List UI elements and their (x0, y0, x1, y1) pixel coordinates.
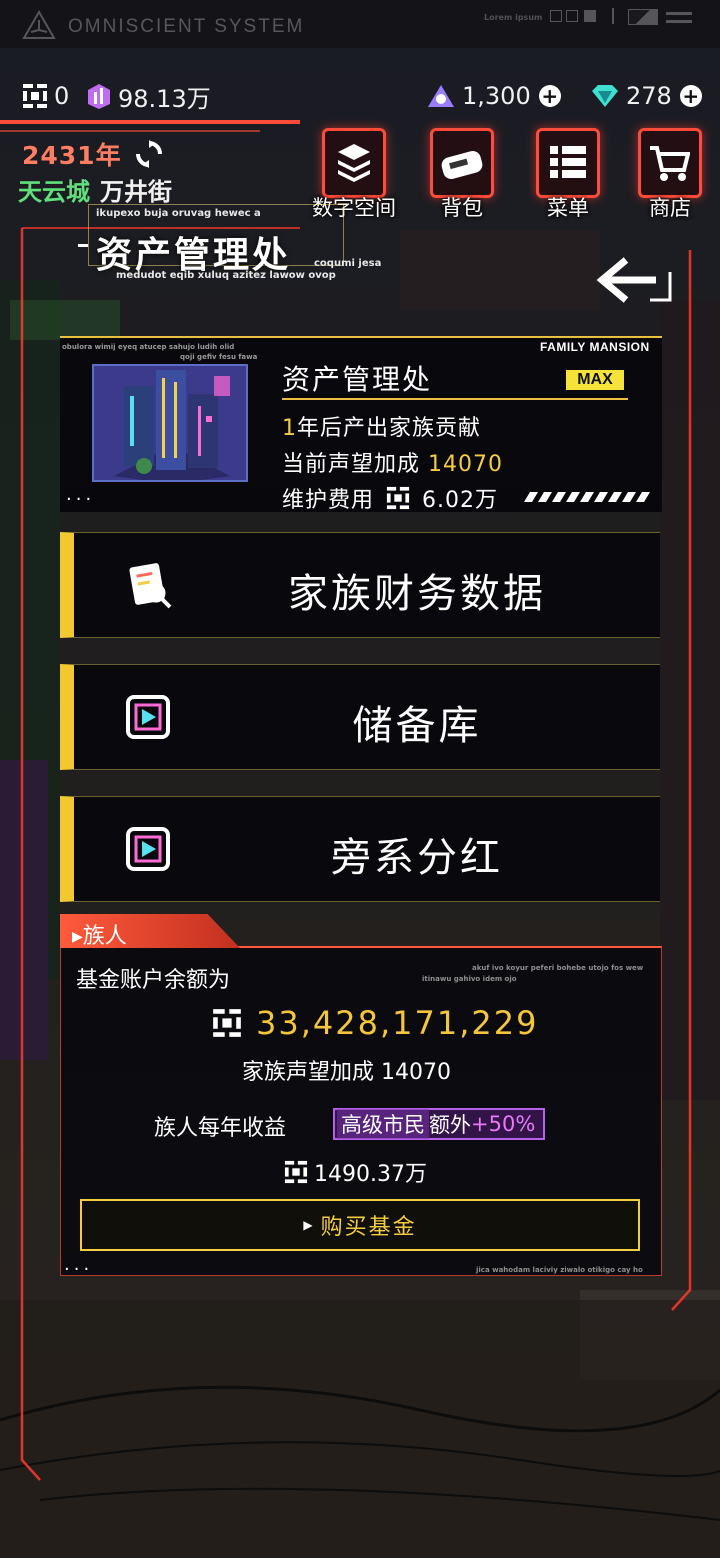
mansion-small-text: qoji gefiv fesu fawa (180, 353, 258, 361)
nav-label: 菜单 (547, 196, 589, 220)
clan-tab-text: 族人 (82, 924, 127, 949)
back-arrow-icon[interactable] (592, 252, 676, 316)
panel-small-text: itinawu gahivo idem ojo (422, 975, 517, 983)
option-label: 家族财务数据 (288, 571, 546, 617)
refresh-icon[interactable] (135, 140, 163, 168)
level-badge: MAX (566, 370, 624, 390)
crystal-icon (88, 84, 110, 109)
panel-small-text: jica wahodam laciviy ziwalo otikigo cay … (476, 1266, 643, 1274)
clan-prestige-label: 家族声望加成 (242, 1060, 375, 1085)
cart-icon (650, 146, 690, 181)
game-year: 2431年 (22, 136, 163, 172)
divider (282, 398, 628, 400)
buy-fund-label: 购买基金 (320, 1215, 417, 1240)
mansion-small-text: obulora wimij eyeq atucep sahujo ludih o… (62, 343, 235, 351)
gem-value: 278 (626, 82, 672, 110)
dividend-icon (126, 827, 170, 871)
nav-menu-button[interactable]: 菜单 (532, 128, 604, 220)
energy-icon (428, 85, 454, 107)
income-value-line: 1490.37万 (284, 1156, 427, 1188)
system-title: OMNISCIENT SYSTEM (68, 16, 305, 37)
coin-counter: 0 (22, 80, 69, 112)
menu-icon (550, 146, 586, 178)
maintenance-value: 6.02万 (422, 488, 499, 513)
output-years: 1 (282, 416, 297, 441)
option-label: 旁系分红 (331, 835, 503, 881)
gem-icon (592, 85, 618, 107)
vip-tier: 高级市民 (337, 1109, 429, 1139)
buy-fund-button[interactable]: ▶ 购买基金 (80, 1199, 640, 1251)
title-dash (78, 244, 88, 247)
prestige-value: 14070 (428, 452, 504, 477)
output-text: 年后产出家族贡献 (297, 416, 482, 441)
option-label: 储备库 (352, 703, 482, 749)
system-logo-icon (22, 10, 56, 39)
nav-label: 商店 (649, 196, 691, 220)
prestige-line: 当前声望加成 14070 (282, 446, 503, 478)
vip-extra: 额外 (429, 1113, 471, 1137)
output-line: 1年后产出家族贡献 (282, 410, 481, 442)
maintenance-line: 维护费用 6.02万 (282, 482, 498, 514)
nav-label: 背包 (441, 196, 483, 220)
mansion-card-header: FAMILY MANSION (540, 340, 650, 354)
energy-counter: 1,300 + (426, 80, 561, 112)
menu-bar-icon (666, 20, 692, 23)
title-tag-bottom: medudot eqib xuluq azitez lawow ovop (116, 270, 336, 281)
coin-icon (23, 84, 47, 108)
caret-right-icon: ▶ (303, 1218, 315, 1232)
finance-report-icon (129, 563, 172, 609)
location-label: 天云城 万井街 (18, 172, 172, 207)
clan-tab-label: ▶族人 (72, 918, 127, 950)
crystal-counter: 98.13万 (86, 80, 211, 113)
panel-small-text: akuf ivo koyur peferi bohebe utojo fos w… (472, 964, 644, 972)
balance-label: 基金账户余额为 (76, 968, 231, 993)
display-icon (628, 9, 658, 25)
year-unit: 年 (95, 141, 122, 170)
nav-bag-button[interactable]: 背包 (426, 128, 498, 220)
title-tag-right: coqumi jesa (314, 258, 382, 269)
coin-icon (284, 1160, 308, 1184)
title-tag-top: ikupexo buja oruvag hewec a (96, 208, 261, 219)
reserve-vault-icon (126, 695, 170, 739)
family-finance-button[interactable]: 家族财务数据 (60, 532, 660, 638)
coin-value: 0 (54, 82, 70, 110)
divider (612, 8, 614, 24)
add-gem-button[interactable]: + (679, 85, 702, 107)
caret-right-icon: ▶ (72, 929, 83, 945)
vip-bonus-badge: 高级市民 额外 +50% (333, 1108, 546, 1140)
panel-dots: ... (64, 1254, 94, 1275)
menu-bar-icon (666, 12, 692, 15)
mansion-dots: ... (66, 484, 96, 505)
reserve-vault-button[interactable]: 储备库 (60, 664, 660, 770)
vip-bonus: +50% (471, 1112, 536, 1136)
maintenance-label: 维护费用 (282, 488, 375, 513)
collateral-dividend-button[interactable]: 旁系分红 (60, 796, 660, 902)
clan-prestige-value: 14070 (381, 1060, 452, 1085)
mansion-image (92, 364, 248, 482)
close-box-icon (566, 10, 578, 22)
coin-icon (213, 1009, 241, 1037)
add-energy-button[interactable]: + (538, 85, 561, 107)
year-number: 2431 (22, 141, 96, 170)
stripe-decoration (524, 492, 650, 502)
income-label: 族人每年收益 (154, 1116, 287, 1141)
prestige-label: 当前声望加成 (282, 452, 421, 477)
energy-value: 1,300 (462, 82, 531, 110)
income-value: 1490.37万 (314, 1162, 427, 1187)
coin-icon (386, 486, 410, 510)
layers-icon (338, 144, 370, 182)
bag-icon (441, 150, 483, 180)
square-icon (550, 10, 562, 22)
mansion-name: 资产管理处 (282, 363, 433, 396)
street-name: 万井街 (100, 178, 172, 206)
city-name: 天云城 (18, 178, 90, 206)
crystal-value: 98.13万 (118, 84, 211, 113)
nav-shop-button[interactable]: 商店 (634, 128, 706, 220)
system-tag: Lorem ipsum (484, 13, 543, 22)
clan-prestige-line: 家族声望加成 14070 (242, 1054, 451, 1086)
filled-square-icon (584, 10, 596, 22)
gem-counter: 278 + (590, 80, 702, 112)
fund-balance: 33,428,171,229 (256, 1004, 539, 1042)
